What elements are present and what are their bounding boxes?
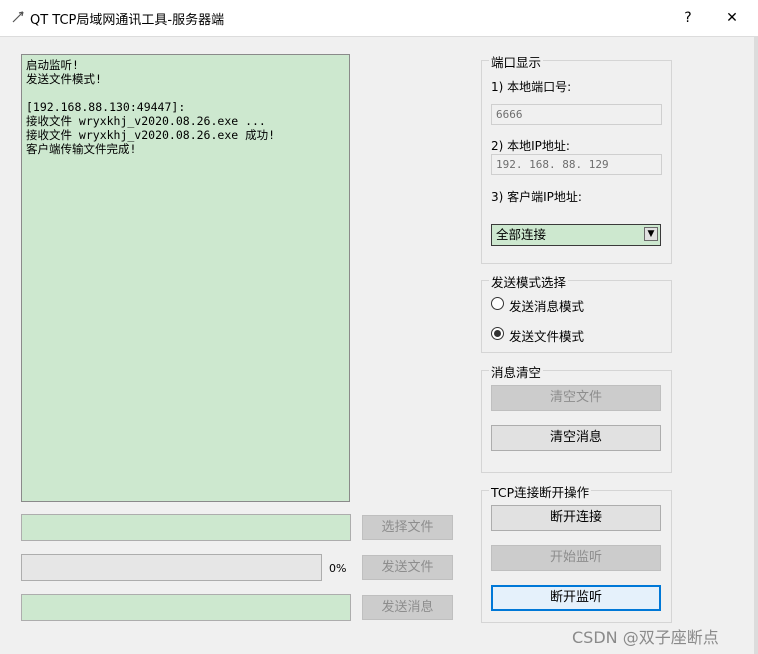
radio-send-file-mode[interactable] xyxy=(491,327,504,340)
file-path-input[interactable] xyxy=(21,514,351,541)
log-line: 接收文件 wryxkhj_v2020.08.26.exe ... xyxy=(26,114,266,128)
log-line: 启动监听! xyxy=(26,58,79,72)
send-message-button[interactable]: 发送消息 xyxy=(362,595,453,620)
local-port-field[interactable]: 6666 xyxy=(491,104,662,125)
radio-label-send-message-mode[interactable]: 发送消息模式 xyxy=(509,296,584,315)
progress-percent: 0% xyxy=(329,562,347,575)
help-button[interactable]: ? xyxy=(666,0,710,36)
log-textarea[interactable]: 启动监听! 发送文件模式! [192.168.88.130:49447]: 接收文件 … xyxy=(21,54,350,502)
window-edge xyxy=(754,36,758,654)
log-line: 客户端传输文件完成! xyxy=(26,142,137,156)
radio-label-send-file-mode[interactable]: 发送文件模式 xyxy=(509,326,584,345)
clear-group-title: 消息清空 xyxy=(489,362,544,381)
client-ip-select[interactable]: 全部连接 ▼ xyxy=(491,224,661,246)
radio-selected-dot xyxy=(494,330,501,337)
log-line: 发送文件模式! xyxy=(26,72,102,86)
client-ip-select-value: 全部连接 xyxy=(496,227,547,242)
start-listen-button[interactable]: 开始监听 xyxy=(491,545,661,571)
clear-message-button[interactable]: 清空消息 xyxy=(491,425,661,451)
mode-group-title: 发送模式选择 xyxy=(489,272,569,291)
progress-bar xyxy=(21,554,322,581)
local-port-label: 1) 本地端口号: xyxy=(491,80,572,94)
title-bar: QT TCP局域网通讯工具-服务器端 ? ✕ xyxy=(0,0,758,37)
chevron-down-icon[interactable]: ▼ xyxy=(644,227,658,241)
log-line: 接收文件 wryxkhj_v2020.08.26.exe 成功! xyxy=(26,128,276,142)
tcp-group-title: TCP连接断开操作 xyxy=(489,482,592,501)
send-file-button[interactable]: 发送文件 xyxy=(362,555,453,580)
select-file-button[interactable]: 选择文件 xyxy=(362,515,453,540)
log-line: [192.168.88.130:49447]: xyxy=(26,100,186,114)
close-button[interactable]: ✕ xyxy=(710,0,754,36)
local-ip-field[interactable]: 192. 168. 88. 129 xyxy=(491,154,662,175)
stop-listen-button[interactable]: 断开监听 xyxy=(491,585,661,611)
radio-send-message-mode[interactable] xyxy=(491,297,504,310)
app-icon xyxy=(12,11,24,23)
port-group-title: 端口显示 xyxy=(489,52,544,71)
window-title: QT TCP局域网通讯工具-服务器端 xyxy=(30,13,225,28)
client-ip-label: 3) 客户端IP地址: xyxy=(491,190,582,204)
watermark: CSDN @双子座断点 xyxy=(572,628,719,647)
local-ip-label: 2) 本地IP地址: xyxy=(491,139,570,153)
message-input[interactable] xyxy=(21,594,351,621)
disconnect-button[interactable]: 断开连接 xyxy=(491,505,661,531)
clear-file-button[interactable]: 清空文件 xyxy=(491,385,661,411)
